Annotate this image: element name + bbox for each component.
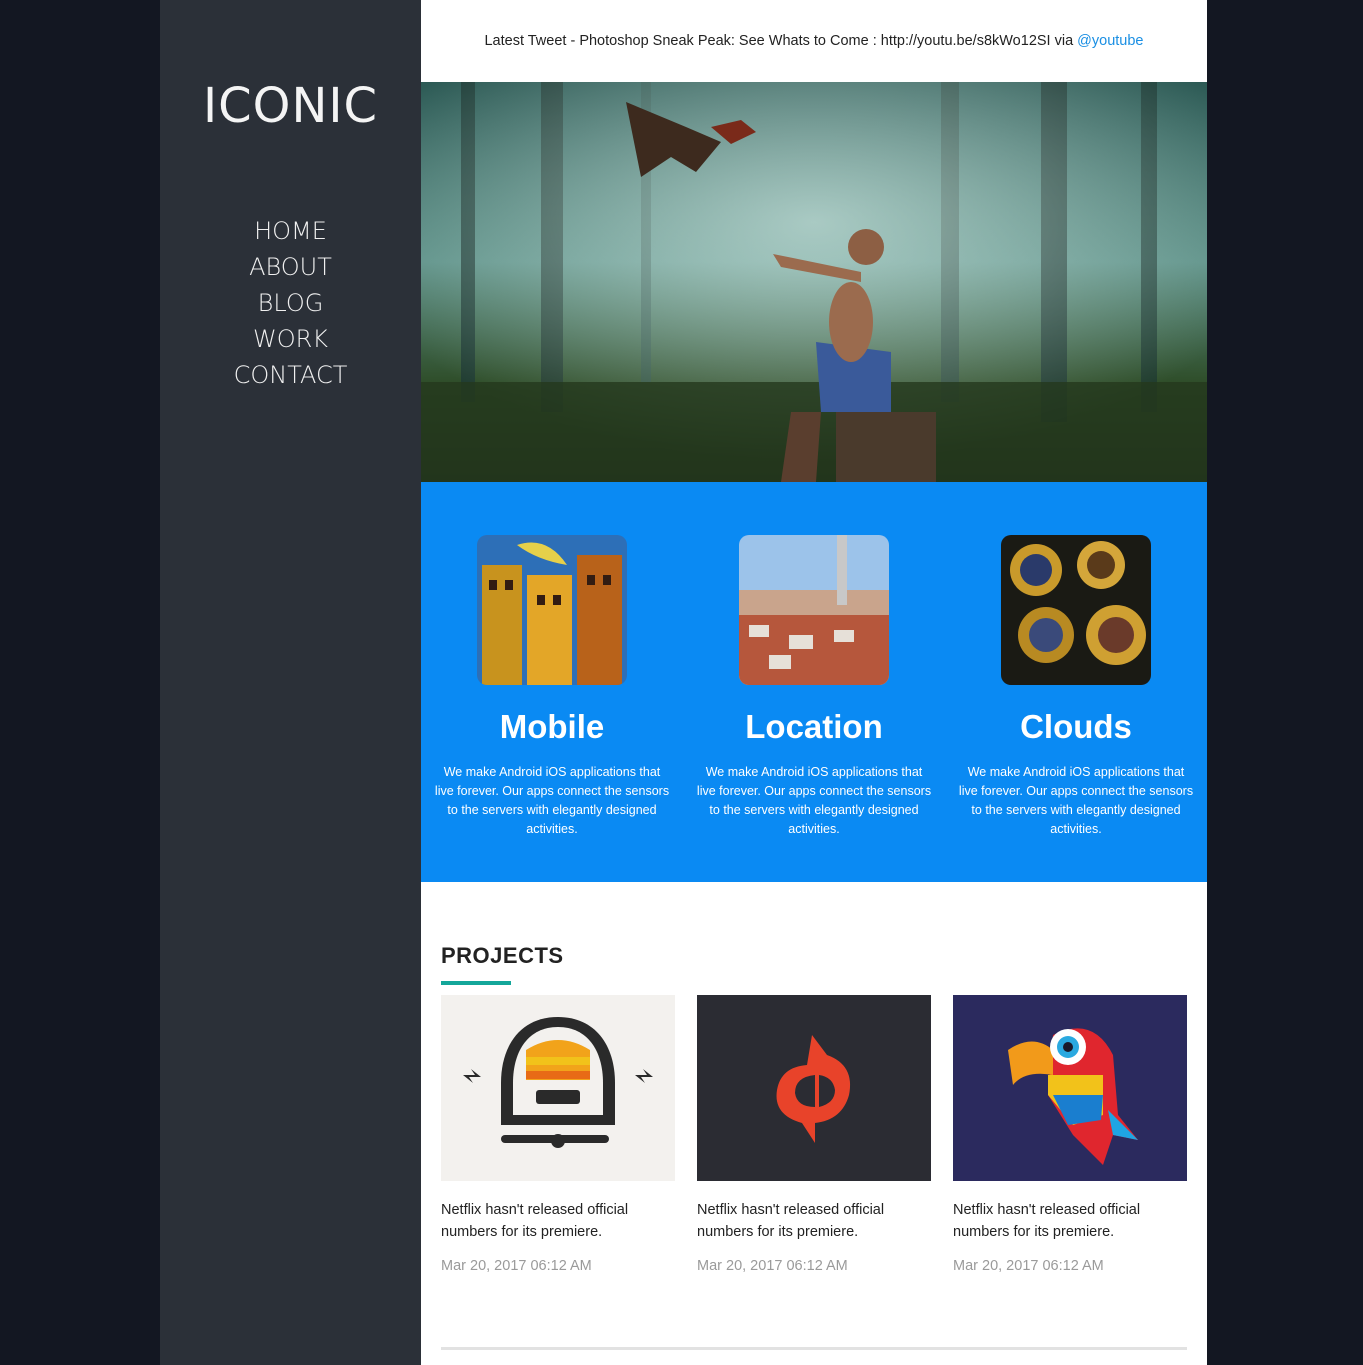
project-card[interactable]: Netflix hasn't released official numbers… (697, 995, 931, 1274)
service-clouds: Clouds We make Android iOS applications … (945, 535, 1207, 839)
mobile-thumbnail (477, 535, 627, 685)
nav-home[interactable]: HOME (160, 213, 421, 249)
service-location: Location We make Android iOS application… (683, 535, 945, 839)
sidebar: ICONIC HOME ABOUT BLOG WORK CONTACT (160, 0, 421, 1365)
service-mobile: Mobile We make Android iOS applications … (421, 535, 683, 839)
nav-about[interactable]: ABOUT (160, 249, 421, 285)
projects-heading: PROJECTS (441, 943, 564, 968)
project-description: Netflix hasn't released official numbers… (697, 1202, 885, 1240)
service-description: We make Android iOS applications that li… (434, 765, 670, 836)
main-nav: HOME ABOUT BLOG WORK CONTACT (160, 213, 421, 393)
project-date: Mar 20, 2017 06:12 AM (953, 1258, 1104, 1274)
latest-tweet: Latest Tweet - Photoshop Sneak Peak: See… (421, 0, 1207, 82)
clouds-thumbnail (1001, 535, 1151, 685)
heading-underline (441, 981, 511, 985)
service-description: We make Android iOS applications that li… (696, 765, 932, 836)
flame-logo-icon (697, 995, 931, 1181)
project-date: Mar 20, 2017 06:12 AM (697, 1258, 848, 1274)
project-description: Netflix hasn't released official numbers… (441, 1202, 629, 1240)
section-divider (441, 1347, 1187, 1350)
tweet-handle-link[interactable]: @youtube (1077, 33, 1143, 49)
service-description: We make Android iOS applications that li… (958, 765, 1194, 836)
nav-contact[interactable]: CONTACT (160, 357, 421, 393)
location-thumbnail (739, 535, 889, 685)
project-date: Mar 20, 2017 06:12 AM (441, 1258, 592, 1274)
project-card[interactable]: Netflix hasn't released official numbers… (953, 995, 1187, 1274)
service-title: Clouds (1020, 708, 1132, 745)
service-title: Mobile (499, 708, 605, 745)
tweet-text: Latest Tweet - Photoshop Sneak Peak: See… (484, 33, 1078, 49)
hero-image (421, 82, 1207, 482)
service-title: Location (745, 708, 883, 745)
site-logo[interactable]: ICONIC (160, 78, 421, 134)
nav-blog[interactable]: BLOG (160, 285, 421, 321)
parrot-icon (953, 995, 1187, 1181)
project-description: Netflix hasn't released official numbers… (953, 1202, 1141, 1240)
services-section: Mobile We make Android iOS applications … (421, 482, 1207, 882)
main-content: Latest Tweet - Photoshop Sneak Peak: See… (421, 0, 1207, 1365)
nav-work[interactable]: WORK (160, 321, 421, 357)
astronaut-helmet-icon (441, 995, 675, 1181)
project-card[interactable]: Netflix hasn't released official numbers… (441, 995, 675, 1274)
